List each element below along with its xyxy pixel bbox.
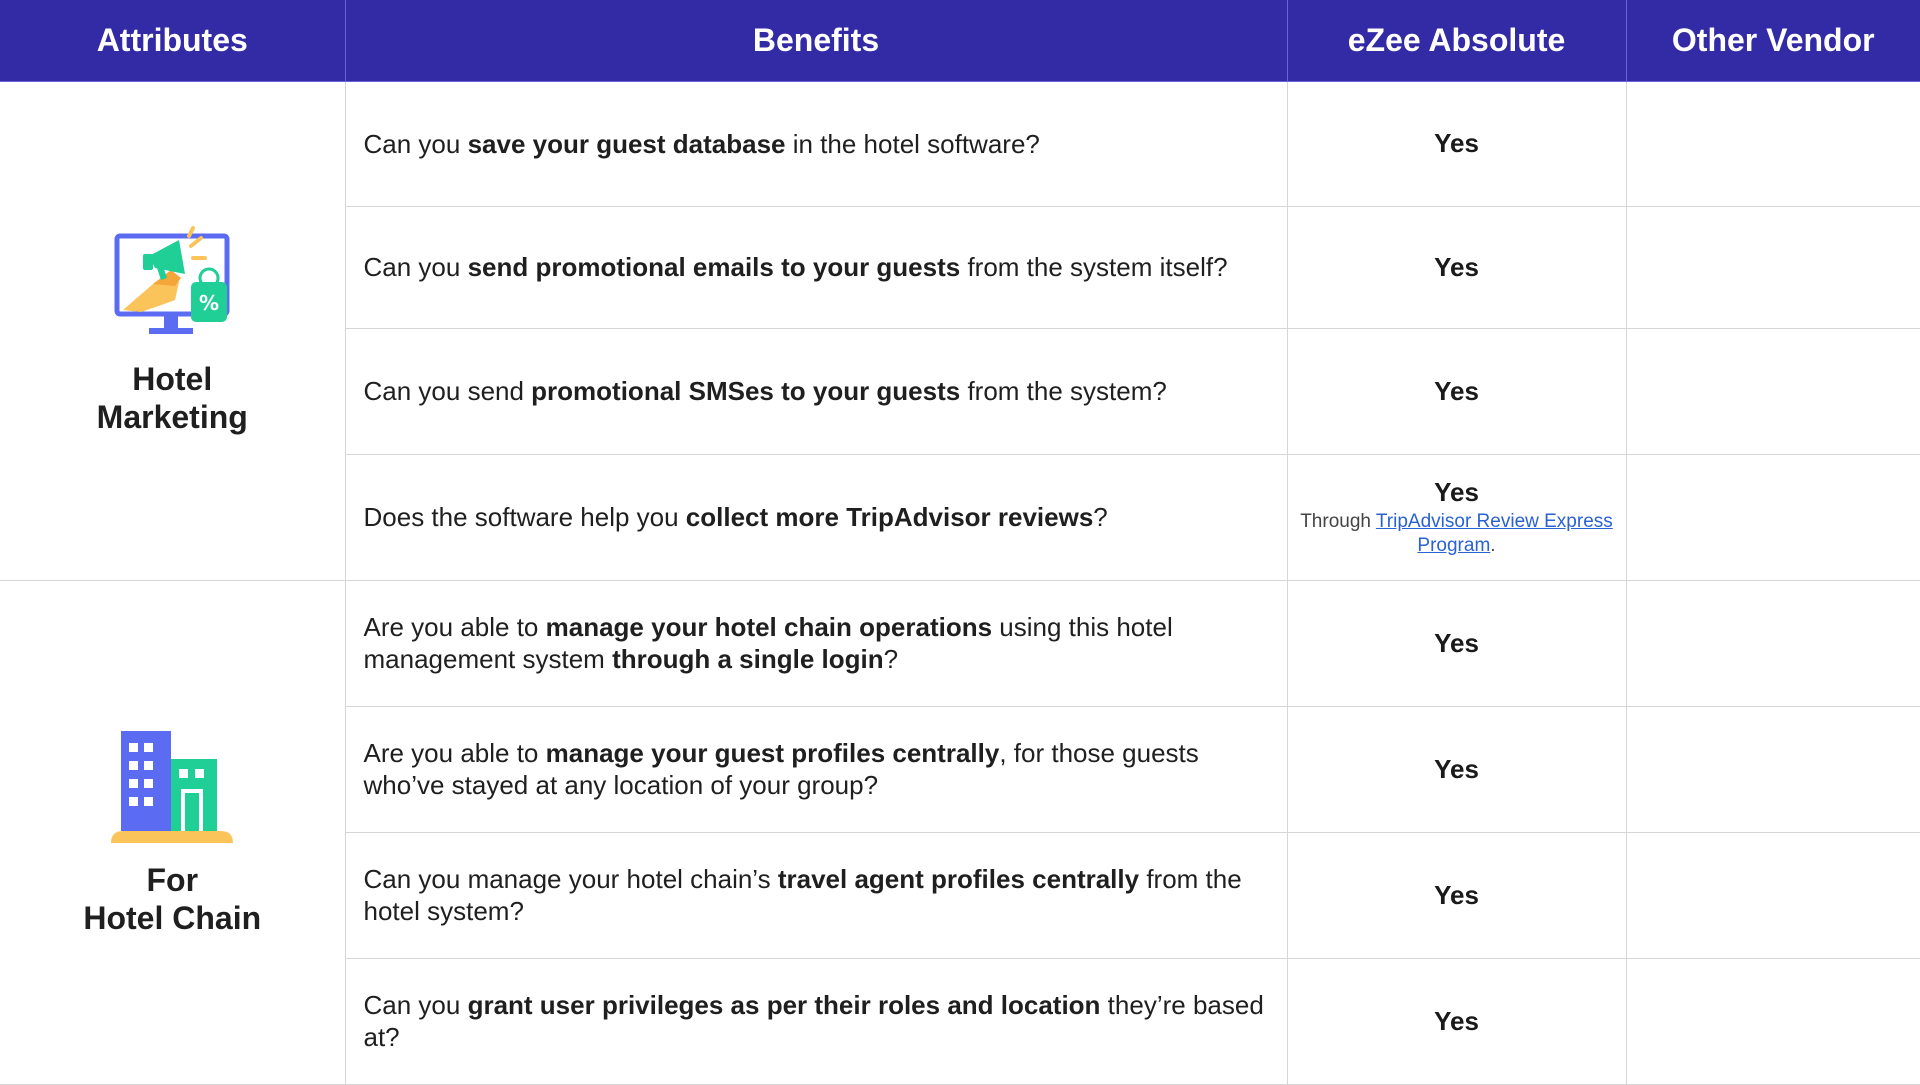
benefit-cell: Can you grant user privileges as per the… [344, 957, 1288, 1085]
attribute-hotel-marketing: % Hotel Marketing [0, 80, 346, 581]
svg-text:%: % [199, 291, 219, 315]
benefit-cell: Does the software help you collect more … [344, 453, 1288, 581]
ezee-answer: Yes [1286, 327, 1627, 455]
ezee-answer: Yes [1286, 205, 1627, 329]
ezee-answer: Yes [1434, 476, 1479, 507]
benefit-cell: Can you save your guest database in the … [344, 80, 1288, 207]
other-vendor-cell [1625, 453, 1920, 581]
header-ezee-absolute: eZee Absolute [1287, 0, 1627, 82]
marketing-megaphone-monitor-icon: % [114, 225, 230, 334]
ezee-answer: Yes [1286, 957, 1627, 1085]
ezee-answer: Yes [1286, 705, 1627, 833]
ezee-answer: Yes [1286, 80, 1627, 207]
other-vendor-cell [1625, 831, 1920, 959]
other-vendor-cell [1625, 80, 1920, 207]
attribute-title-line2: Marketing [96, 398, 248, 435]
other-vendor-cell [1625, 957, 1920, 1085]
header-benefits: Benefits [345, 0, 1288, 82]
ezee-answer-with-note: Yes Through TripAdvisor Review Express P… [1286, 453, 1627, 581]
answer-note: Through TripAdvisor Review Express Progr… [1300, 510, 1613, 556]
header-row: Attributes Benefits eZee Absolute Other … [0, 0, 1920, 82]
other-vendor-cell [1625, 705, 1920, 833]
attribute-title-line1: Hotel [132, 360, 213, 397]
benefit-cell: Can you manage your hotel chain’s travel… [344, 831, 1288, 959]
header-other-vendor: Other Vendor [1626, 0, 1920, 82]
table-row: % Hotel Marketing Can you save your gues… [0, 80, 1920, 581]
other-vendor-cell [1625, 205, 1920, 329]
benefit-cell: Are you able to manage your hotel chain … [344, 579, 1288, 707]
other-vendor-cell [1625, 579, 1920, 707]
ezee-answer: Yes [1286, 579, 1627, 707]
hotel-buildings-icon [111, 731, 234, 843]
attribute-hotel-chain: For Hotel Chain [0, 579, 346, 1085]
other-vendor-cell [1625, 327, 1920, 455]
benefit-cell: Are you able to manage your guest profil… [344, 705, 1288, 833]
attribute-title-line2: Hotel Chain [83, 900, 262, 936]
benefit-cell: Can you send promotional emails to your … [344, 205, 1288, 329]
attribute-title-line1: For [146, 862, 199, 898]
benefit-cell: Can you send promotional SMSes to your g… [344, 327, 1288, 455]
ezee-answer: Yes [1286, 831, 1627, 959]
comparison-table: Attributes Benefits eZee Absolute Other … [0, 0, 1920, 1085]
header-attributes: Attributes [0, 0, 346, 82]
table-row: For Hotel Chain Are you able to manage y… [0, 579, 1920, 1085]
